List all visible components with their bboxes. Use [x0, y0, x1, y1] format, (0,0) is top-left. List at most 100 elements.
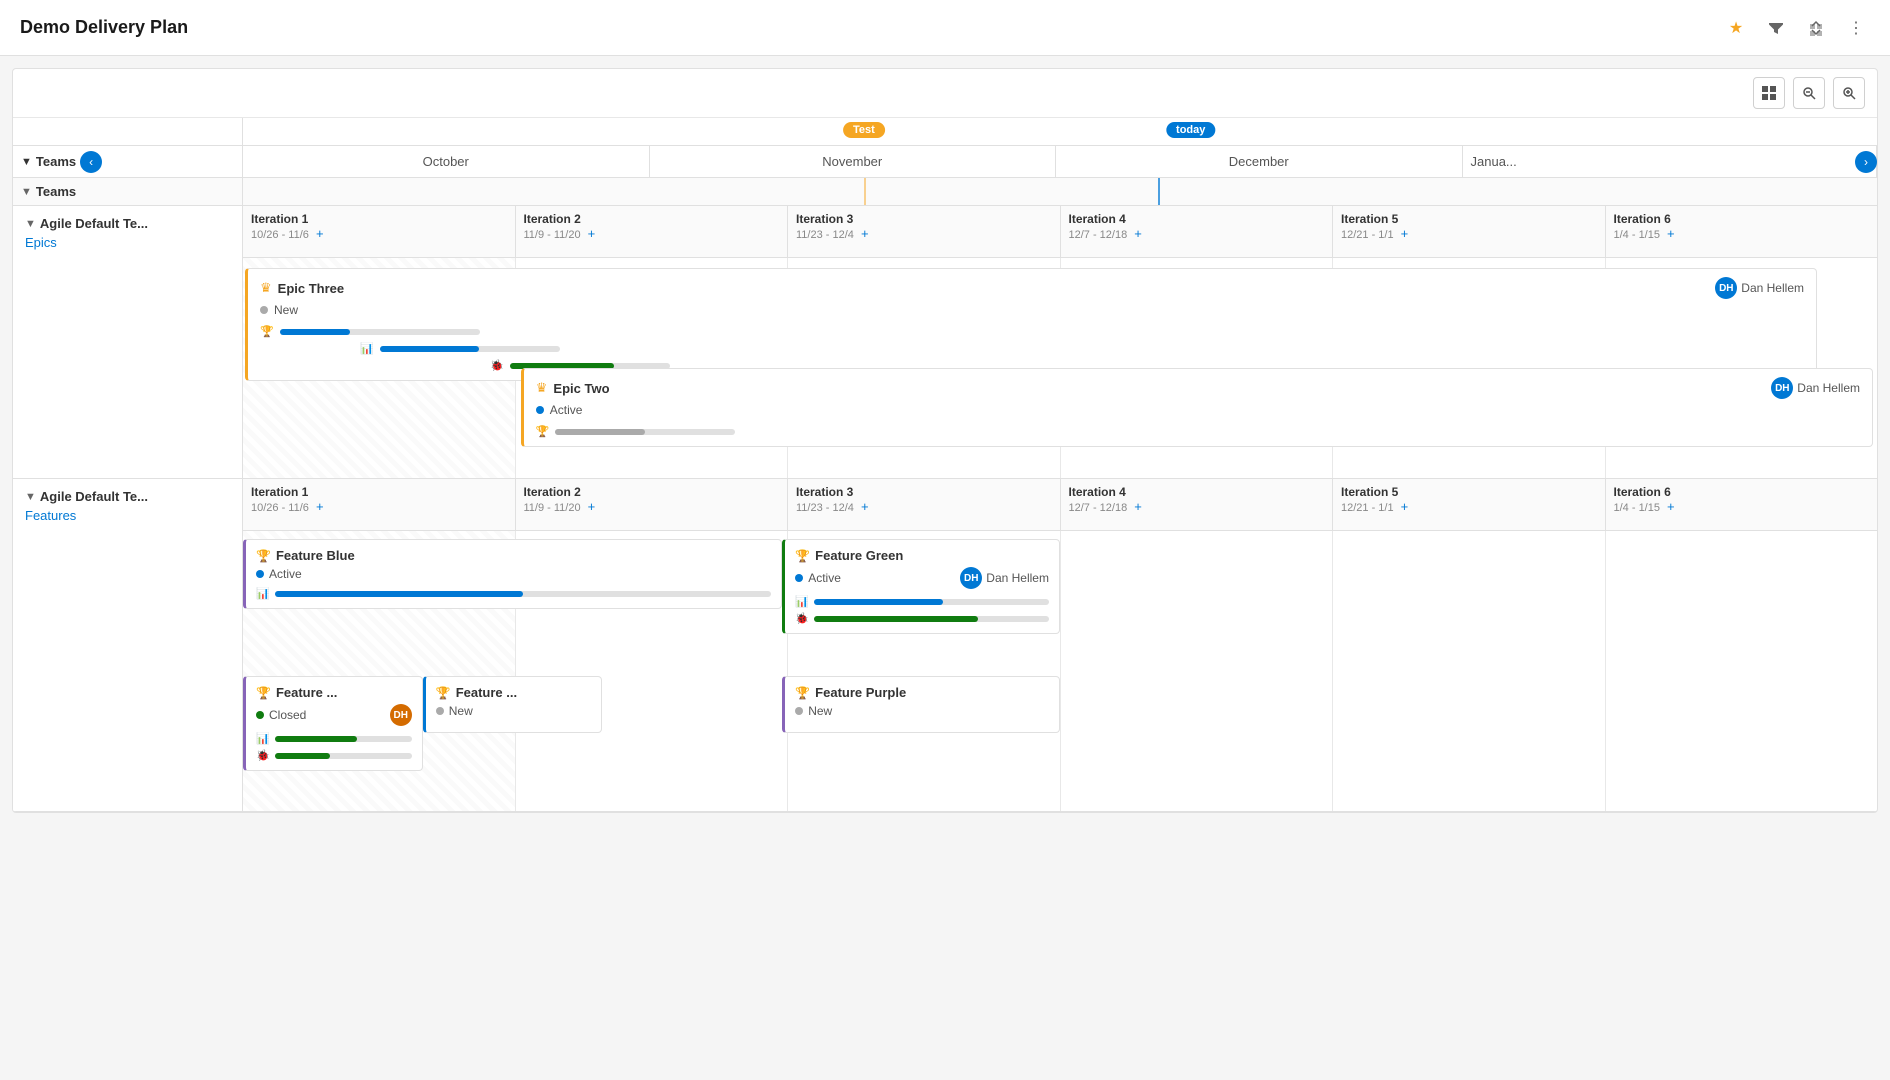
app-header: Demo Delivery Plan ★ ⋮	[0, 0, 1890, 56]
iteration-headers-epics: Iteration 1 10/26 - 11/6 + Iteration 2 1…	[243, 206, 1877, 258]
feat-ba-avatar: DH	[390, 704, 412, 726]
iter-add-e2[interactable]: +	[588, 226, 596, 241]
epic-two-assignee: DH Dan Hellem	[1771, 377, 1860, 399]
iter-date-f2: 11/9 - 11/20 +	[524, 499, 780, 514]
epic-two-title-row: ♛ Epic Two	[536, 380, 610, 396]
bar-fill-e3-2	[380, 346, 479, 352]
feat-green-trophy: 🏆	[795, 549, 810, 563]
iter-add-e6[interactable]: +	[1667, 226, 1675, 241]
month-october: October	[243, 146, 650, 177]
feat-ba-dot	[256, 711, 264, 719]
feat-blue-title-row: 🏆 Feature Blue	[256, 548, 771, 563]
epic-three-header: ♛ Epic Three DH Dan Hellem	[260, 277, 1804, 299]
team-type-link-features[interactable]: Features	[25, 508, 76, 523]
epic-three-title-row: ♛ Epic Three	[260, 280, 344, 296]
iter-date-e2: 11/9 - 11/20 +	[524, 226, 780, 241]
features-body: 🏆 Feature Blue Active 📊	[243, 531, 1877, 811]
team-sidebar-epics: ▼ Agile Default Te... Epics	[13, 206, 243, 478]
team-collapse-epics[interactable]: ▼	[25, 218, 36, 230]
feat-ba-bar1: 📊	[256, 732, 412, 745]
iter-add-e3[interactable]: +	[861, 226, 869, 241]
iter-add-f6[interactable]: +	[1667, 499, 1675, 514]
star-icon[interactable]: ★	[1722, 14, 1750, 42]
feat-green-bar1-fill	[814, 599, 943, 605]
zoom-in-btn[interactable]	[1833, 77, 1865, 109]
nav-next-btn[interactable]: ›	[1855, 151, 1877, 173]
iter-add-f3[interactable]: +	[861, 499, 869, 514]
team-collapse-features[interactable]: ▼	[25, 491, 36, 503]
epic-three-crown: ♛	[260, 280, 272, 296]
month-january: Janua...	[1463, 146, 1878, 177]
feature-blue-card[interactable]: 🏆 Feature Blue Active 📊	[243, 539, 782, 609]
feat-ba-icon2: 🐞	[256, 749, 270, 762]
teams-col-label: ▼ Teams	[13, 178, 243, 205]
feature-purple-card[interactable]: 🏆 Feature Purple New	[782, 676, 1060, 733]
iter-name-e3: Iteration 3	[796, 212, 1052, 226]
marker-row: Test today	[13, 118, 1877, 146]
epic-two-bar: 🏆	[536, 425, 1860, 438]
iter-feat-1: Iteration 1 10/26 - 11/6 +	[243, 479, 516, 530]
feat-blue-status: Active	[269, 567, 302, 581]
iter-add-e1[interactable]: +	[316, 226, 324, 241]
epic-two-assignee-name: Dan Hellem	[1797, 381, 1860, 395]
feat-ba-icon1: 📊	[256, 732, 270, 745]
iter-epics-5: Iteration 5 12/21 - 1/1 +	[1333, 206, 1606, 257]
feat-blue-trophy: 🏆	[256, 549, 271, 563]
feat-green-bar2-fill	[814, 616, 979, 622]
iter-add-f2[interactable]: +	[588, 499, 596, 514]
iter-name-f2: Iteration 2	[524, 485, 780, 499]
iter-date-e3: 11/23 - 12/4 +	[796, 226, 1052, 241]
iter-feat-4: Iteration 4 12/7 - 12/18 +	[1061, 479, 1334, 530]
feat-green-avatar: DH	[960, 567, 982, 589]
feature-blue-active-card[interactable]: 🏆 Feature ... Closed DH 📊	[243, 676, 423, 771]
feat-green-bar2-bg	[814, 616, 1049, 622]
iter-feat-6: Iteration 6 1/4 - 1/15 +	[1606, 479, 1878, 530]
table-view-btn[interactable]	[1753, 77, 1785, 109]
zoom-out-btn[interactable]	[1793, 77, 1825, 109]
main-content: Test today ▼ Teams ‹ October November De…	[12, 68, 1878, 813]
feat-mid-trophy: 🏆	[436, 686, 451, 700]
epic-two-status: Active	[550, 403, 583, 417]
feat-blue-bar-icon: 📊	[256, 587, 270, 600]
feat-purple-trophy: 🏆	[795, 686, 810, 700]
iter-name-f5: Iteration 5	[1341, 485, 1597, 499]
more-options-icon[interactable]: ⋮	[1842, 14, 1870, 42]
feat-purple-status-row: New	[795, 704, 1049, 718]
trophy-icon-e2: 🏆	[536, 425, 550, 438]
iter-add-e4[interactable]: +	[1134, 226, 1142, 241]
page-title: Demo Delivery Plan	[20, 17, 188, 38]
feat-blue-bar-bg	[275, 591, 772, 597]
epic-two-card[interactable]: ♛ Epic Two DH Dan Hellem Active 🏆	[521, 368, 1873, 447]
months-header: ▼ Teams ‹ October November December Janu…	[13, 146, 1877, 178]
feat-green-title: Feature Green	[815, 548, 903, 563]
today-marker: today	[1166, 122, 1215, 138]
epic-two-header: ♛ Epic Two DH Dan Hellem	[536, 377, 1860, 399]
epic-three-card[interactable]: ♛ Epic Three DH Dan Hellem New	[245, 268, 1817, 381]
feat-bg-5	[1333, 531, 1606, 811]
iter-add-f4[interactable]: +	[1134, 499, 1142, 514]
iter-epics-6: Iteration 6 1/4 - 1/15 +	[1606, 206, 1878, 257]
feat-ba-title: Feature ...	[276, 685, 337, 700]
feature-mid-card[interactable]: 🏆 Feature ... New	[423, 676, 603, 733]
iter-name-f1: Iteration 1	[251, 485, 507, 499]
teams-label-text: Teams	[36, 184, 76, 199]
feat-green-bar2: 🐞	[795, 612, 1049, 625]
filter-icon[interactable]	[1762, 14, 1790, 42]
iter-add-f1[interactable]: +	[316, 499, 324, 514]
feat-purple-title: Feature Purple	[815, 685, 906, 700]
iter-add-e5[interactable]: +	[1401, 226, 1409, 241]
feat-ba-status: Closed	[256, 708, 306, 722]
iter-name-e2: Iteration 2	[524, 212, 780, 226]
iter-add-f5[interactable]: +	[1401, 499, 1409, 514]
nav-prev-btn[interactable]: ‹	[80, 151, 102, 173]
iter-date-e5: 12/21 - 1/1 +	[1341, 226, 1597, 241]
collapse-icon[interactable]	[1802, 14, 1830, 42]
iter-name-f4: Iteration 4	[1069, 485, 1325, 499]
collapse-teams-icon[interactable]: ▼	[21, 156, 32, 168]
feat-green-bar1-bg	[814, 599, 1049, 605]
test-marker: Test	[843, 122, 885, 138]
epic-three-bar2: 📊	[360, 342, 1804, 355]
team-type-link-epics[interactable]: Epics	[25, 235, 57, 250]
expand-teams-icon[interactable]: ▼	[21, 186, 32, 198]
feature-green-card[interactable]: 🏆 Feature Green Active DH Dan Hellem	[782, 539, 1060, 634]
